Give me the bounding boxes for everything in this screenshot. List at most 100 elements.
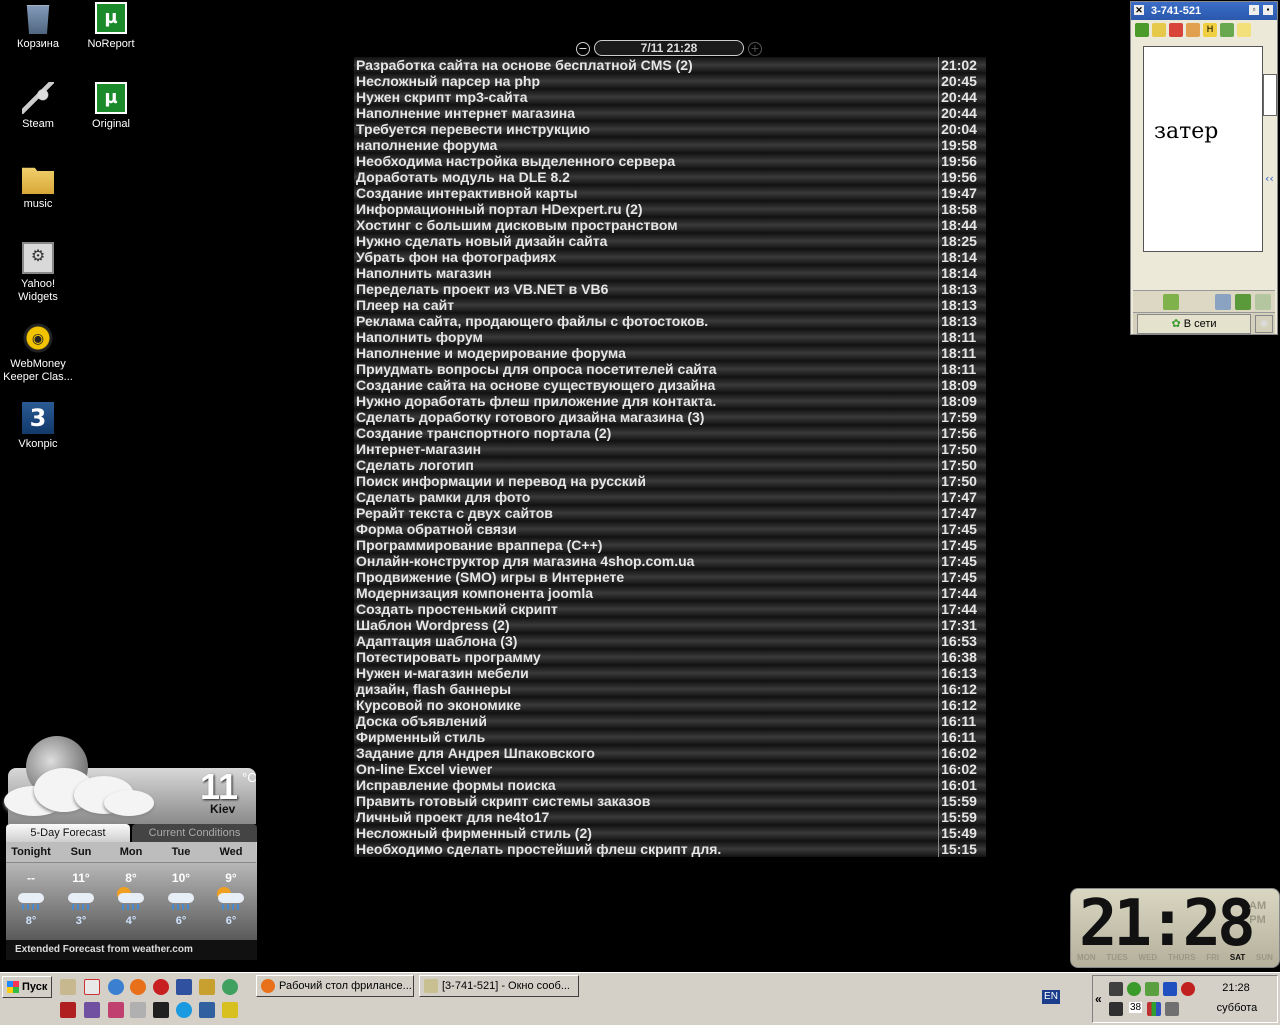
- ql-network-icon[interactable]: [60, 979, 76, 995]
- feed-item-title[interactable]: Программирование враппера (C++): [354, 537, 940, 553]
- feed-item-title[interactable]: Создание интерактивной карты: [354, 185, 940, 201]
- feed-item[interactable]: Потестировать программу 16:38: [354, 649, 986, 665]
- feed-item[interactable]: On-line Excel viewer 16:02: [354, 761, 986, 777]
- feed-item[interactable]: Курсовой по экономике 16:12: [354, 697, 986, 713]
- tray-grid-icon[interactable]: [1165, 1002, 1179, 1016]
- feed-item-title[interactable]: Личный проект для ne4to17: [354, 809, 940, 825]
- desktop-icon-yahoo-widgets[interactable]: ⚙ Yahoo! Widgets: [0, 242, 76, 304]
- feed-item[interactable]: Нужен и-магазин мебели 16:13: [354, 665, 986, 681]
- feed-item-title[interactable]: Необходимо сделать простейший флеш скрип…: [354, 841, 940, 857]
- ql-firefox-icon[interactable]: [130, 979, 146, 995]
- tray-volume-icon[interactable]: [1181, 982, 1195, 996]
- feed-item[interactable]: Переделать проект из VB.NET в VB6 18:13: [354, 281, 986, 297]
- feed-item-title[interactable]: Разработка сайта на основе бесплатной CM…: [354, 57, 940, 73]
- feed-item[interactable]: Личный проект для ne4to17 15:59: [354, 809, 986, 825]
- feed-item-title[interactable]: Необходима настройка выделенного сервера: [354, 153, 940, 169]
- ql-keys-icon[interactable]: [199, 979, 215, 995]
- feed-item-title[interactable]: Нужно сделать новый дизайн сайта: [354, 233, 940, 249]
- menu-icon[interactable]: [1135, 23, 1149, 37]
- feed-item[interactable]: Адаптация шаблона (3) 16:53: [354, 633, 986, 649]
- main-menu-icon[interactable]: [1163, 294, 1179, 310]
- help-icon[interactable]: [1255, 294, 1271, 310]
- feed-item[interactable]: Создать простенький скрипт 17:44: [354, 601, 986, 617]
- ql-media-icon[interactable]: [222, 1002, 238, 1018]
- feed-item-title[interactable]: Шаблон Wordpress (2): [354, 617, 940, 633]
- ql-paint-icon[interactable]: [108, 1002, 124, 1018]
- feed-item[interactable]: Наполнить форум 18:11: [354, 329, 986, 345]
- privacy-eye-icon[interactable]: ◉: [1255, 315, 1273, 333]
- taskbar-window-chat[interactable]: [3-741-521] - Окно сооб...: [419, 975, 579, 997]
- tab-current-conditions[interactable]: Current Conditions: [132, 824, 257, 842]
- ql-app-icon[interactable]: [199, 1002, 215, 1018]
- feed-item-title[interactable]: Наполнить форум: [354, 329, 940, 345]
- feed-item-title[interactable]: дизайн, flash баннеры: [354, 681, 940, 697]
- feed-item-title[interactable]: Информационный портал HDexpert.ru (2): [354, 201, 940, 217]
- feed-item[interactable]: Убрать фон на фотографиях 18:14: [354, 249, 986, 265]
- feed-item-title[interactable]: Создание сайта на основе существующего д…: [354, 377, 940, 393]
- feed-item-title[interactable]: Задание для Андрея Шпаковского: [354, 745, 940, 761]
- feed-item-title[interactable]: Адаптация шаблона (3): [354, 633, 940, 649]
- feed-item-title[interactable]: Править готовый скрипт системы заказов: [354, 793, 940, 809]
- ql-cmd-icon[interactable]: [153, 1002, 169, 1018]
- expand-icon[interactable]: +: [748, 42, 762, 56]
- feed-item[interactable]: Плеер на сайт 18:13: [354, 297, 986, 313]
- contacts-icon[interactable]: [1152, 23, 1166, 37]
- feed-item[interactable]: Интернет-магазин 17:50: [354, 441, 986, 457]
- feed-item[interactable]: Шаблон Wordpress (2) 17:31: [354, 617, 986, 633]
- feed-item-title[interactable]: Доска объявлений: [354, 713, 940, 729]
- feed-item-title[interactable]: Плеер на сайт: [354, 297, 940, 313]
- tab-5-day-forecast[interactable]: 5-Day Forecast: [6, 824, 130, 842]
- feed-item[interactable]: Рерайт текста с двух сайтов 17:47: [354, 505, 986, 521]
- tray-app-icon[interactable]: [1109, 1002, 1123, 1016]
- desktop-icon-vkonpic[interactable]: 3 Vkonpic: [0, 402, 76, 451]
- feed-item[interactable]: Создание интерактивной карты 19:47: [354, 185, 986, 201]
- collapse-icon[interactable]: −: [576, 42, 590, 56]
- feed-item[interactable]: Форма обратной связи 17:45: [354, 521, 986, 537]
- feed-item-title[interactable]: Наполнение интернет магазина: [354, 105, 940, 121]
- tray-clock[interactable]: 21:28: [1211, 982, 1261, 994]
- help-icon[interactable]: [1237, 23, 1251, 37]
- feed-item-title[interactable]: Наполнить магазин: [354, 265, 940, 281]
- minimize-icon[interactable]: ▪: [1263, 5, 1273, 15]
- feed-item[interactable]: Сделать доработку готового дизайна магаз…: [354, 409, 986, 425]
- feed-item-title[interactable]: Сделать рамки для фото: [354, 489, 940, 505]
- feed-item[interactable]: Нужно сделать новый дизайн сайта 18:25: [354, 233, 986, 249]
- feed-item-title[interactable]: Несложный фирменный стиль (2): [354, 825, 940, 841]
- feed-item-title[interactable]: Нужен скрипт mp3-сайта: [354, 89, 940, 105]
- clock-widget[interactable]: 21:28 AM PM MON TUES WED THURS FRI SAT SUN: [1070, 888, 1280, 968]
- feed-item[interactable]: Онлайн-конструктор для магазина 4shop.co…: [354, 553, 986, 569]
- ql-globe-icon[interactable]: [222, 979, 238, 995]
- feed-item[interactable]: Исправление формы поиска 16:01: [354, 777, 986, 793]
- feed-item[interactable]: Править готовый скрипт системы заказов 15…: [354, 793, 986, 809]
- feed-item-title[interactable]: Рерайт текста с двух сайтов: [354, 505, 940, 521]
- feed-item-title[interactable]: Реклама сайта, продающего файлы с фотост…: [354, 313, 940, 329]
- ql-photo-icon[interactable]: [84, 1002, 100, 1018]
- feed-item[interactable]: наполнение форума 19:58: [354, 137, 986, 153]
- feed-item[interactable]: Задание для Андрея Шпаковского 16:02: [354, 745, 986, 761]
- feed-item[interactable]: Реклама сайта, продающего файлы с фотост…: [354, 313, 986, 329]
- feed-item-title[interactable]: Хостинг с большим дисковым пространством: [354, 217, 940, 233]
- tray-network-icon[interactable]: [1145, 982, 1159, 996]
- tray-antivirus-icon[interactable]: [1163, 982, 1177, 996]
- feed-item[interactable]: Продвижение (SMO) игры в Интернете 17:45: [354, 569, 986, 585]
- feed-item-title[interactable]: Создать простенький скрипт: [354, 601, 940, 617]
- feed-item[interactable]: Наполнение интернет магазина 20:44: [354, 105, 986, 121]
- feed-item-title[interactable]: Переделать проект из VB.NET в VB6: [354, 281, 940, 297]
- ql-save-icon[interactable]: [176, 979, 192, 995]
- feed-item-title[interactable]: Потестировать программу: [354, 649, 940, 665]
- feed-item-title[interactable]: Убрать фон на фотографиях: [354, 249, 940, 265]
- feed-item[interactable]: Требуется перевести инструкцию 20:04: [354, 121, 986, 137]
- messenger-title-bar[interactable]: ✕ 3-741-521 ▫ ▪: [1131, 2, 1277, 20]
- feed-item[interactable]: Наполнение и модерирование форума 18:11: [354, 345, 986, 361]
- find-contact-icon[interactable]: [1215, 294, 1231, 310]
- expand-arrows-icon[interactable]: ‹‹: [1265, 172, 1274, 185]
- feed-item[interactable]: Разработка сайта на основе бесплатной CM…: [354, 57, 986, 73]
- feed-item[interactable]: Хостинг с большим дисковым пространством…: [354, 217, 986, 233]
- feed-item[interactable]: Создание сайта на основе существующего д…: [354, 377, 986, 393]
- feed-item-title[interactable]: Поиск информации и перевод на русский: [354, 473, 940, 489]
- feed-item[interactable]: Информационный портал HDexpert.ru (2) 18:…: [354, 201, 986, 217]
- feed-item-title[interactable]: Нужен и-магазин мебели: [354, 665, 940, 681]
- feed-item[interactable]: Необходимо сделать простейший флеш скрип…: [354, 841, 986, 857]
- desktop-icon-noreport[interactable]: µ NoReport: [73, 2, 149, 51]
- feed-item[interactable]: Нужен скрипт mp3-сайта 20:44: [354, 89, 986, 105]
